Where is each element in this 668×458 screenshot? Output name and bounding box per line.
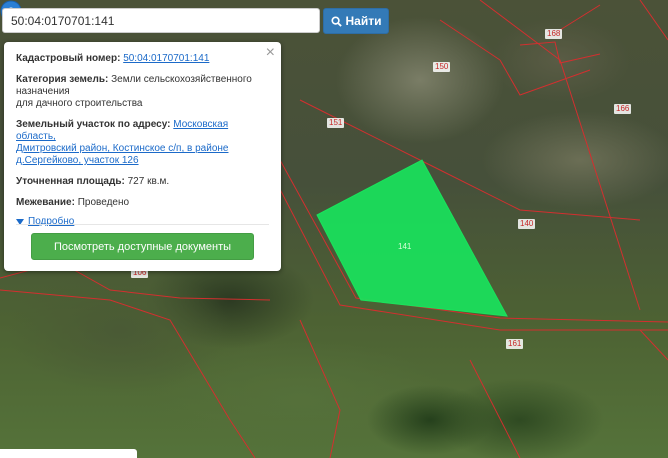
boundary-line <box>639 329 668 361</box>
boundary-line <box>499 59 591 96</box>
area-row: Уточненная площадь: 727 кв.м. <box>16 176 269 188</box>
survey-row: Межевание: Проведено <box>16 197 269 209</box>
parcel-label-166: 166 <box>614 104 632 114</box>
search-button-label: Найти <box>345 14 382 28</box>
parcel-label-168: 168 <box>545 29 563 39</box>
address-link-line3[interactable]: д.Сергейково, участок 126 <box>16 155 139 166</box>
cadastral-label: Кадастровый номер: <box>16 53 121 64</box>
boundary-line <box>299 319 341 458</box>
details-toggle-label: Подробно <box>28 216 75 227</box>
selected-parcel <box>316 159 508 317</box>
boundary-line <box>469 359 521 458</box>
boundary-line <box>559 4 601 31</box>
parcel-label-161: 161 <box>506 339 524 349</box>
survey-value: Проведено <box>77 197 130 208</box>
boundary-line <box>639 0 668 41</box>
area-label: Уточненная площадь: <box>16 176 125 187</box>
parcel-label-141: 141 <box>398 242 412 251</box>
search-button[interactable]: Найти <box>323 8 389 34</box>
category-label: Категория земель: <box>16 74 109 85</box>
parcel-info-popup: × Кадастровый номер: 50:04:0170701:141 К… <box>4 42 281 271</box>
cadastral-link[interactable]: 50:04:0170701:141 <box>123 53 209 64</box>
area-value: 727 кв.м. <box>127 176 170 187</box>
address-label: Земельный участок по адресу: <box>16 119 171 130</box>
details-toggle[interactable]: Подробно <box>16 216 269 227</box>
boundary-line <box>479 0 641 311</box>
search-icon <box>330 15 342 27</box>
category-use: для дачного строительства <box>16 98 143 109</box>
address-link-line2[interactable]: Дмитровский район, Костинское с/п, в рай… <box>16 143 228 154</box>
parcel-label-150: 150 <box>433 62 451 72</box>
category-value-line2: назначения <box>16 86 70 97</box>
parcel-label-151: 151 <box>327 118 345 128</box>
close-icon[interactable]: × <box>266 45 275 61</box>
survey-label: Межевание: <box>16 197 75 208</box>
address-row: Земельный участок по адресу: Московская … <box>16 119 269 167</box>
parcel-label-140: 140 <box>518 219 536 229</box>
category-row: Категория земель: Земли сельскохозяйстве… <box>16 74 269 110</box>
category-value: Земли сельскохозяйственного <box>111 74 252 85</box>
search-input[interactable] <box>2 8 320 33</box>
cadastral-row: Кадастровый номер: 50:04:0170701:141 <box>16 53 269 65</box>
boundary-line <box>439 19 501 61</box>
popup-divider <box>16 224 269 225</box>
boundary-line <box>0 289 256 458</box>
map-attribution <box>0 449 137 458</box>
view-documents-button[interactable]: Посмотреть доступные документы <box>31 233 254 260</box>
